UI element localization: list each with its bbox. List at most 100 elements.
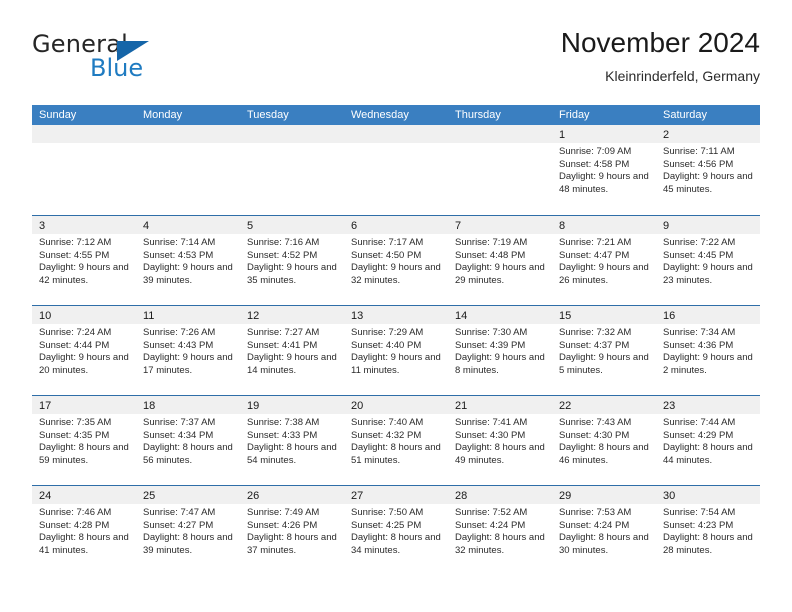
sunset-text: Sunset: 4:47 PM: [559, 249, 630, 261]
day-number-bar: 21: [448, 396, 552, 414]
sunrise-text: Sunrise: 7:30 AM: [455, 327, 528, 338]
calendar-day-cell[interactable]: 30 Sunrise: 7:54 AM Sunset: 4:23 PM Dayligh…: [656, 486, 760, 575]
calendar-day-cell[interactable]: 2 Sunrise: 7:11 AM Sunset: 4:56 PM Daylight…: [656, 125, 760, 215]
day-number: 17: [39, 400, 52, 412]
sunrise-text: Sunrise: 7:29 AM: [351, 327, 424, 338]
calendar-day-cell[interactable]: 21 Sunrise: 7:41 AM Sunset: 4:30 PM Dayligh…: [448, 396, 552, 485]
day-details: Sunrise: 7:41 AM Sunset: 4:30 PM Daylight:…: [448, 414, 552, 467]
sunrise-text: Sunrise: 7:37 AM: [143, 417, 216, 428]
sunset-text: Sunset: 4:28 PM: [39, 519, 110, 531]
sunset-text: Sunset: 4:30 PM: [455, 429, 526, 441]
calendar-day-cell[interactable]: 28 Sunrise: 7:52 AM Sunset: 4:24 PM Dayligh…: [448, 486, 552, 575]
day-number: 24: [39, 490, 52, 502]
day-number-bar: [240, 125, 344, 143]
daylight-text: Daylight: 9 hours and 5 minutes.: [559, 352, 649, 376]
day-details: Sunrise: 7:53 AM Sunset: 4:24 PM Daylight:…: [552, 504, 656, 557]
sunrise-text: Sunrise: 7:40 AM: [351, 417, 424, 428]
sunset-text: Sunset: 4:55 PM: [39, 249, 110, 261]
calendar-day-cell[interactable]: 19 Sunrise: 7:38 AM Sunset: 4:33 PM Dayligh…: [240, 396, 344, 485]
daylight-text: Daylight: 9 hours and 17 minutes.: [143, 352, 233, 376]
calendar-day-cell[interactable]: 3 Sunrise: 7:12 AM Sunset: 4:55 PM Daylight…: [32, 216, 136, 305]
day-details: Sunrise: 7:30 AM Sunset: 4:39 PM Daylight:…: [448, 324, 552, 377]
sunset-text: Sunset: 4:53 PM: [143, 249, 214, 261]
generalblue-logo[interactable]: General Blue: [32, 31, 202, 87]
day-details: Sunrise: 7:26 AM Sunset: 4:43 PM Daylight:…: [136, 324, 240, 377]
sunset-text: Sunset: 4:24 PM: [559, 519, 630, 531]
calendar-day-cell-empty: [240, 125, 344, 215]
sunrise-text: Sunrise: 7:53 AM: [559, 507, 632, 518]
day-number-bar: 22: [552, 396, 656, 414]
day-number: 8: [559, 220, 566, 232]
sunrise-text: Sunrise: 7:32 AM: [559, 327, 632, 338]
calendar-day-cell[interactable]: 9 Sunrise: 7:22 AM Sunset: 4:45 PM Daylight…: [656, 216, 760, 305]
daylight-text: Daylight: 9 hours and 45 minutes.: [663, 171, 753, 195]
sunset-text: Sunset: 4:27 PM: [143, 519, 214, 531]
calendar-day-cell[interactable]: 18 Sunrise: 7:37 AM Sunset: 4:34 PM Dayligh…: [136, 396, 240, 485]
calendar-day-cell[interactable]: 8 Sunrise: 7:21 AM Sunset: 4:47 PM Daylight…: [552, 216, 656, 305]
calendar-day-cell[interactable]: 4 Sunrise: 7:14 AM Sunset: 4:53 PM Daylight…: [136, 216, 240, 305]
calendar-day-cell[interactable]: 25 Sunrise: 7:47 AM Sunset: 4:27 PM Dayligh…: [136, 486, 240, 575]
calendar-day-cell[interactable]: 13 Sunrise: 7:29 AM Sunset: 4:40 PM Dayligh…: [344, 306, 448, 395]
day-details: Sunrise: 7:52 AM Sunset: 4:24 PM Daylight:…: [448, 504, 552, 557]
sunrise-text: Sunrise: 7:14 AM: [143, 237, 216, 248]
day-details: Sunrise: 7:34 AM Sunset: 4:36 PM Daylight:…: [656, 324, 760, 377]
day-number: 15: [559, 310, 572, 322]
daylight-text: Daylight: 8 hours and 51 minutes.: [351, 442, 441, 466]
day-number: 13: [351, 310, 364, 322]
day-number-bar: 7: [448, 216, 552, 234]
calendar-grid: Sunday Monday Tuesday Wednesday Thursday…: [32, 105, 760, 575]
calendar-day-cell[interactable]: 22 Sunrise: 7:43 AM Sunset: 4:30 PM Dayligh…: [552, 396, 656, 485]
sunset-text: Sunset: 4:32 PM: [351, 429, 422, 441]
daylight-text: Daylight: 8 hours and 49 minutes.: [455, 442, 545, 466]
day-number-bar: 8: [552, 216, 656, 234]
calendar-day-cell[interactable]: 10 Sunrise: 7:24 AM Sunset: 4:44 PM Dayligh…: [32, 306, 136, 395]
calendar-day-cell[interactable]: 1 Sunrise: 7:09 AM Sunset: 4:58 PM Daylight…: [552, 125, 656, 215]
calendar-day-cell[interactable]: 7 Sunrise: 7:19 AM Sunset: 4:48 PM Daylight…: [448, 216, 552, 305]
weekday-sunday: Sunday: [39, 109, 77, 121]
day-details: Sunrise: 7:12 AM Sunset: 4:55 PM Daylight:…: [32, 234, 136, 287]
calendar-day-cell[interactable]: 29 Sunrise: 7:53 AM Sunset: 4:24 PM Dayligh…: [552, 486, 656, 575]
day-number-bar: 26: [240, 486, 344, 504]
calendar-day-cell[interactable]: 6 Sunrise: 7:17 AM Sunset: 4:50 PM Daylight…: [344, 216, 448, 305]
calendar-day-cell[interactable]: 17 Sunrise: 7:35 AM Sunset: 4:35 PM Dayligh…: [32, 396, 136, 485]
logo-text-blue: Blue: [90, 54, 144, 82]
calendar-day-cell[interactable]: 12 Sunrise: 7:27 AM Sunset: 4:41 PM Dayligh…: [240, 306, 344, 395]
sunset-text: Sunset: 4:58 PM: [559, 158, 630, 170]
calendar-day-cell[interactable]: 16 Sunrise: 7:34 AM Sunset: 4:36 PM Dayligh…: [656, 306, 760, 395]
day-number: 12: [247, 310, 260, 322]
calendar-weeks: 1 Sunrise: 7:09 AM Sunset: 4:58 PM Daylight…: [32, 125, 760, 575]
day-details: Sunrise: 7:14 AM Sunset: 4:53 PM Daylight:…: [136, 234, 240, 287]
sunset-text: Sunset: 4:33 PM: [247, 429, 318, 441]
calendar-day-cell[interactable]: 24 Sunrise: 7:46 AM Sunset: 4:28 PM Dayligh…: [32, 486, 136, 575]
day-details: Sunrise: 7:54 AM Sunset: 4:23 PM Daylight:…: [656, 504, 760, 557]
sunset-text: Sunset: 4:37 PM: [559, 339, 630, 351]
sunrise-text: Sunrise: 7:43 AM: [559, 417, 632, 428]
daylight-text: Daylight: 9 hours and 11 minutes.: [351, 352, 441, 376]
calendar-day-cell[interactable]: 27 Sunrise: 7:50 AM Sunset: 4:25 PM Dayligh…: [344, 486, 448, 575]
day-details: Sunrise: 7:46 AM Sunset: 4:28 PM Daylight:…: [32, 504, 136, 557]
calendar-day-cell[interactable]: 20 Sunrise: 7:40 AM Sunset: 4:32 PM Dayligh…: [344, 396, 448, 485]
day-number: 22: [559, 400, 572, 412]
day-number: 5: [247, 220, 254, 232]
day-number: 27: [351, 490, 364, 502]
daylight-text: Daylight: 8 hours and 54 minutes.: [247, 442, 337, 466]
calendar-week-row: 10 Sunrise: 7:24 AM Sunset: 4:44 PM Dayligh…: [32, 305, 760, 395]
calendar-day-cell[interactable]: 5 Sunrise: 7:16 AM Sunset: 4:52 PM Daylight…: [240, 216, 344, 305]
calendar-day-cell[interactable]: 15 Sunrise: 7:32 AM Sunset: 4:37 PM Dayligh…: [552, 306, 656, 395]
day-details: Sunrise: 7:21 AM Sunset: 4:47 PM Daylight:…: [552, 234, 656, 287]
calendar-day-cell[interactable]: 26 Sunrise: 7:49 AM Sunset: 4:26 PM Dayligh…: [240, 486, 344, 575]
sunset-text: Sunset: 4:26 PM: [247, 519, 318, 531]
daylight-text: Daylight: 8 hours and 44 minutes.: [663, 442, 753, 466]
calendar-day-cell[interactable]: 14 Sunrise: 7:30 AM Sunset: 4:39 PM Dayligh…: [448, 306, 552, 395]
day-number-bar: 9: [656, 216, 760, 234]
calendar-day-cell[interactable]: 11 Sunrise: 7:26 AM Sunset: 4:43 PM Dayligh…: [136, 306, 240, 395]
calendar-page: General Blue November 2024 Kleinrinderfe…: [0, 0, 792, 612]
day-details: Sunrise: 7:44 AM Sunset: 4:29 PM Daylight:…: [656, 414, 760, 467]
calendar-day-cell-empty: [344, 125, 448, 215]
day-number-bar: 12: [240, 306, 344, 324]
day-number-bar: 4: [136, 216, 240, 234]
day-details: Sunrise: 7:27 AM Sunset: 4:41 PM Daylight:…: [240, 324, 344, 377]
calendar-day-cell[interactable]: 23 Sunrise: 7:44 AM Sunset: 4:29 PM Dayligh…: [656, 396, 760, 485]
day-details: Sunrise: 7:19 AM Sunset: 4:48 PM Daylight:…: [448, 234, 552, 287]
day-number: 28: [455, 490, 468, 502]
